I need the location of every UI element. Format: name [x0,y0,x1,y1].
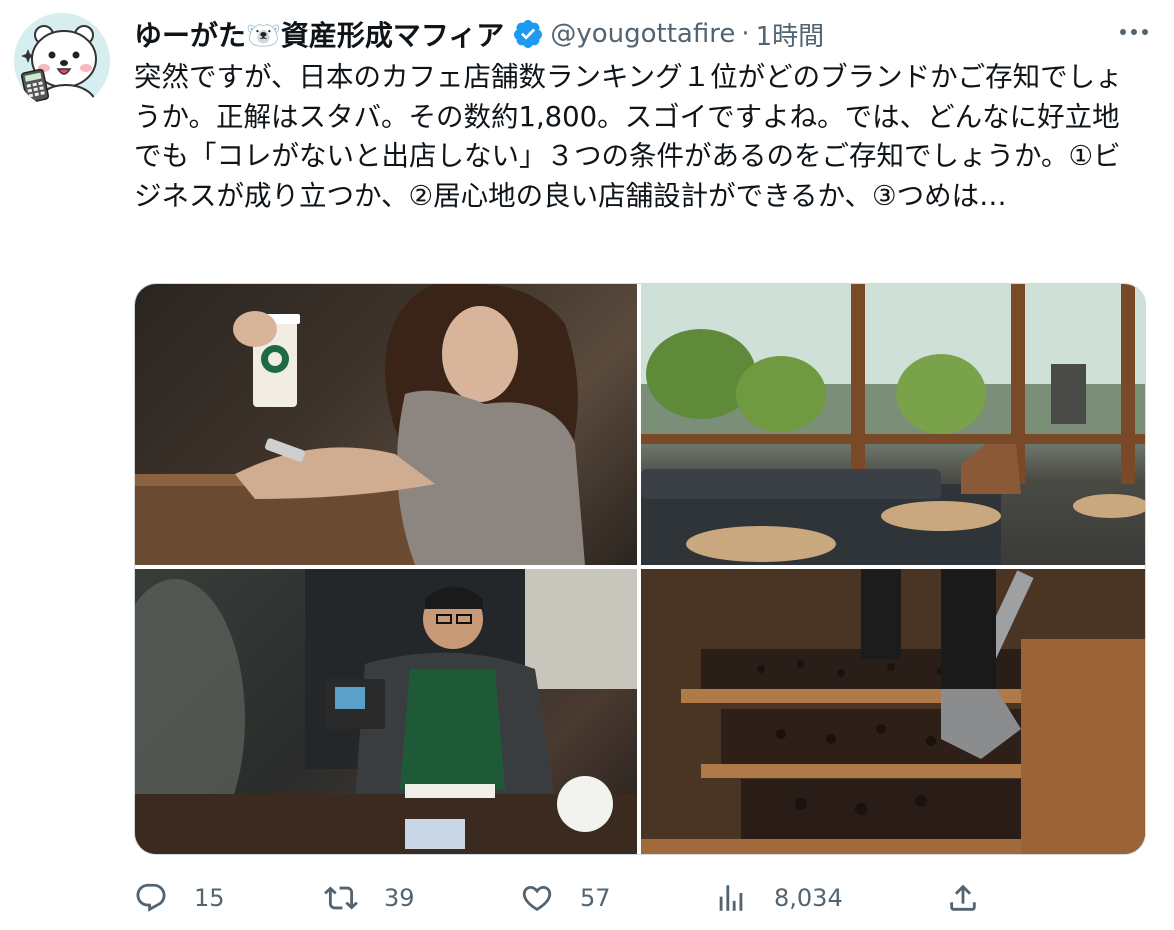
reply-icon [136,883,166,912]
heart-icon [522,885,552,911]
more-dot [1131,29,1137,35]
display-name[interactable]: ゆーがた🐻‍❄️資産形成マフィア [134,14,504,54]
photo-cafe-interior-with-plants[interactable] [641,284,1145,565]
like-count: 57 [580,884,611,912]
tweet-text: 突然ですが、日本のカフェ店舗数ランキング１位がどのブランドかご存知でしょうか。正… [134,61,1123,212]
timestamp[interactable]: 1時間 [756,16,825,53]
views-button[interactable]: 8,034 [714,872,843,924]
barista-photo-icon [135,569,637,854]
reply-button[interactable]: 15 [134,872,225,924]
reply-count: 15 [194,884,225,912]
photo-woman-with-starbucks-cup[interactable] [135,284,637,565]
share-icon [950,884,976,911]
woman-cafe-photo-icon [135,284,585,565]
more-dot [1142,29,1148,35]
share-button[interactable] [946,872,980,924]
retweet-count: 39 [384,884,415,912]
separator-dot: · [741,19,750,49]
cafe-interior-photo-icon [641,284,1145,565]
views-count: 8,034 [774,884,843,912]
photo-barista-at-counter[interactable] [135,569,637,854]
analytics-icon [719,885,743,911]
retweet-icon [324,886,358,910]
retweet-button[interactable]: 39 [324,872,415,924]
tweet-header: ゆーがた🐻‍❄️資産形成マフィア @yougottafire · 1時間 [134,14,1174,54]
photo-coffee-bean-bins[interactable] [641,569,1145,854]
tweet: ゆーがた🐻‍❄️資産形成マフィア @yougottafire · 1時間 突然で… [0,0,1174,930]
like-button[interactable]: 57 [520,872,611,924]
avatar[interactable] [14,13,110,109]
verified-badge-icon [514,20,543,48]
media-grid [134,283,1146,855]
coffee-beans-photo-icon [641,569,1145,854]
handle[interactable]: @yougottafire [550,19,735,49]
more-options-icon[interactable] [1114,14,1154,50]
more-dot [1120,29,1126,35]
action-bar: 15 39 57 8,034 [134,872,1144,924]
polar-bear-avatar-icon [14,13,110,109]
